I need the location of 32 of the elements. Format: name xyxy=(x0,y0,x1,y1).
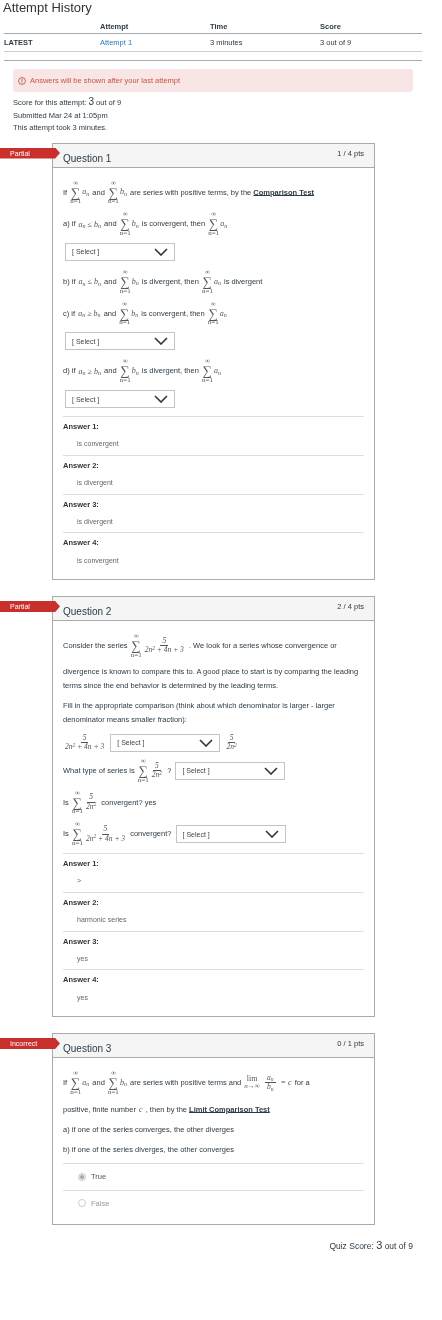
quiz-score-text: Quiz Score: 3 out of 9 xyxy=(328,1237,414,1253)
math-term: b$_{n}$ xyxy=(131,309,139,318)
chevron-down-icon xyxy=(154,395,168,404)
math-expression: = c xyxy=(280,1078,292,1088)
chevron-down-icon xyxy=(264,766,279,775)
info-icon xyxy=(18,76,26,85)
math-expression: a$_{n}$ ≥ b$_{n}$ xyxy=(78,308,101,318)
math-term: b$_{n}$ xyxy=(131,220,139,229)
math-term: b$_{n}$ xyxy=(131,367,139,376)
math-term: a$_{n}$ xyxy=(219,309,227,318)
radio-button[interactable] xyxy=(78,1199,86,1208)
math-expression: a$_{n}$ ≤ b$_{n}$ xyxy=(78,219,101,229)
math-term: b$_{n}$ xyxy=(119,1078,127,1087)
question-title: Question 2 xyxy=(63,605,112,620)
math-expression: a$_{n}$ ≤ b$_{n}$ xyxy=(78,277,101,287)
math-term: b$_{n}$ xyxy=(119,188,127,197)
chevron-down-icon xyxy=(154,337,168,346)
math-expression: c xyxy=(139,1104,143,1114)
math-term: a$_{n}$ xyxy=(82,188,90,197)
math-term: a$_{n}$ xyxy=(220,220,228,229)
question-title: Question 1 xyxy=(63,151,112,166)
math-term: a$_{n}$ xyxy=(82,1078,90,1087)
chevron-down-icon xyxy=(199,738,214,747)
math-term: a$_{n}$ xyxy=(213,367,221,376)
page-title: Attempt History xyxy=(3,0,93,16)
chevron-down-icon xyxy=(264,830,279,839)
chevron-down-icon xyxy=(154,247,168,256)
question-title: Question 3 xyxy=(63,1042,112,1057)
math-term: b$_{n}$ xyxy=(131,277,139,286)
radio-button[interactable] xyxy=(78,1173,86,1182)
math-term: a$_{n}$ xyxy=(213,277,221,286)
math-expression: a$_{n}$ ≥ b$_{n}$ xyxy=(78,366,101,376)
